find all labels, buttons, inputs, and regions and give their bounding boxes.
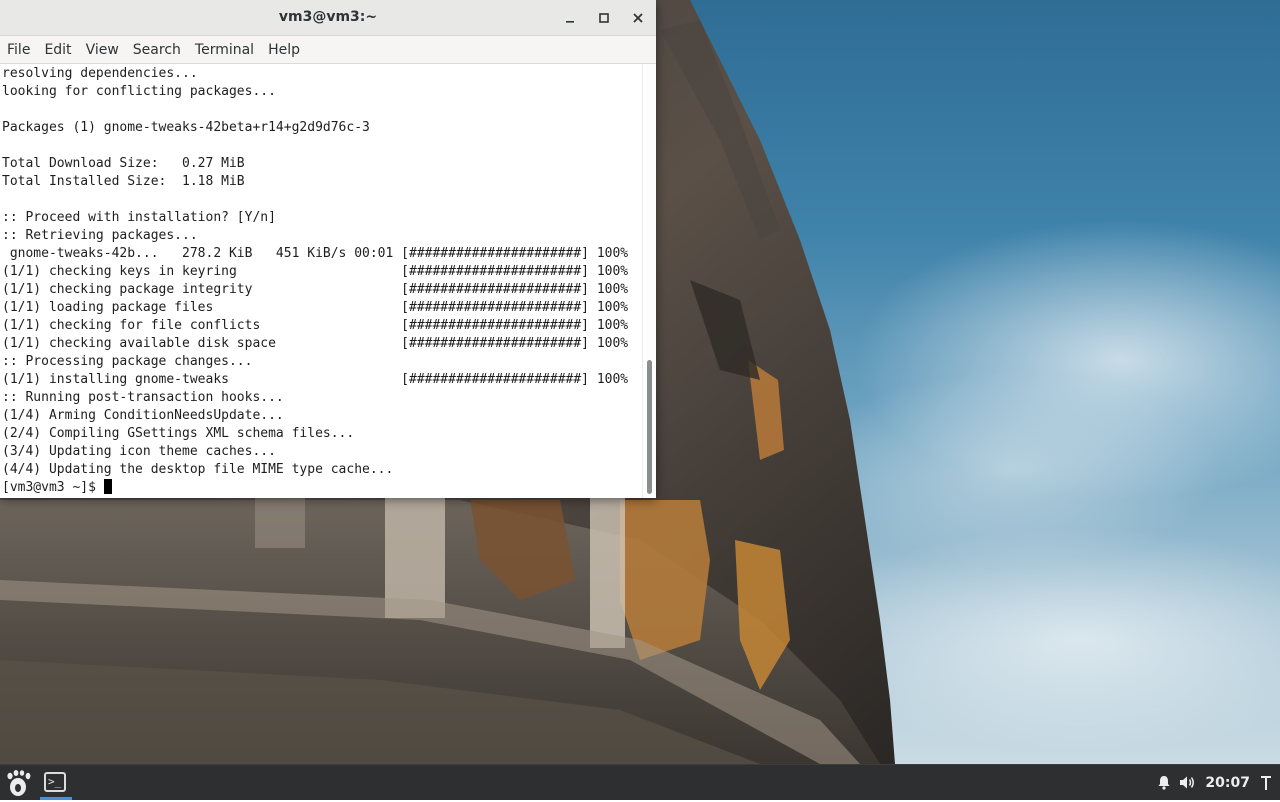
terminal-line: looking for conflicting packages... [2,84,276,99]
close-button[interactable] [626,6,650,30]
close-icon [633,13,643,23]
maximize-icon [599,13,609,23]
terminal-icon: >_ [44,772,66,792]
speaker-icon [1180,776,1195,789]
menu-view[interactable]: View [79,36,126,64]
menu-terminal[interactable]: Terminal [188,36,261,64]
menu-help[interactable]: Help [261,36,307,64]
terminal-line: resolving dependencies... [2,66,198,81]
menu-file[interactable]: File [0,36,37,64]
menu-edit[interactable]: Edit [37,36,78,64]
terminal-line: :: Processing package changes... [2,354,253,369]
bell-icon [1158,776,1170,790]
terminal-line: :: Proceed with installation? [Y/n] [2,210,276,225]
terminal-line: gnome-tweaks-42b... 278.2 KiB 451 KiB/s … [2,246,629,261]
terminal-scrollbar[interactable] [642,64,656,498]
taskbar-terminal-button[interactable]: >_ [38,765,74,800]
scrollbar-thumb[interactable] [647,360,652,494]
minimize-button[interactable] [558,6,582,30]
terminal-line: (3/4) Updating icon theme caches... [2,444,276,459]
terminal-line: (1/1) checking package integrity [######… [2,282,629,297]
terminal-output[interactable]: resolving dependencies... looking for co… [0,64,642,498]
system-tray: 20:07 [1157,765,1280,800]
terminal-text: resolving dependencies... looking for co… [0,64,642,497]
gnome-foot-icon [7,770,31,796]
terminal-line: Total Installed Size: 1.18 MiB [2,174,245,189]
shell-prompt: [vm3@vm3 ~]$ [2,480,104,495]
terminal-line: (1/1) loading package files [###########… [2,300,629,315]
terminal-line: :: Retrieving packages... [2,228,198,243]
terminal-line: (1/1) checking available disk space [###… [2,336,629,351]
terminal-line: (1/1) installing gnome-tweaks [#########… [2,372,629,387]
notification-button[interactable] [1157,775,1171,790]
terminal-line: Total Download Size: 0.27 MiB [2,156,245,171]
terminal-line: :: Running post-transaction hooks... [2,390,284,405]
terminal-line: (4/4) Updating the desktop file MIME typ… [2,462,394,477]
minimize-icon [566,21,574,23]
clock[interactable]: 20:07 [1205,775,1250,791]
bottom-panel: >_ 20:07 [0,764,1280,800]
menu-search[interactable]: Search [126,36,188,64]
terminal-line: (1/4) Arming ConditionNeedsUpdate... [2,408,284,423]
terminal-line: (1/1) checking keys in keyring [########… [2,264,629,279]
terminal-line: (1/1) checking for file conflicts [#####… [2,318,629,333]
power-button[interactable] [1260,775,1272,791]
text-cursor [103,479,112,494]
maximize-button[interactable] [592,6,616,30]
terminal-line: Packages (1) gnome-tweaks-42beta+r14+g2d… [2,120,370,135]
power-icon [1261,775,1271,790]
menu-bar: File Edit View Search Terminal Help [0,36,656,64]
volume-button[interactable] [1179,775,1197,790]
window-titlebar[interactable]: vm3@vm3:~ [0,0,656,36]
activities-button[interactable] [4,768,34,798]
terminal-window[interactable]: vm3@vm3:~ File Edit View Search Terminal… [0,0,656,498]
terminal-line: (2/4) Compiling GSettings XML schema fil… [2,426,355,441]
